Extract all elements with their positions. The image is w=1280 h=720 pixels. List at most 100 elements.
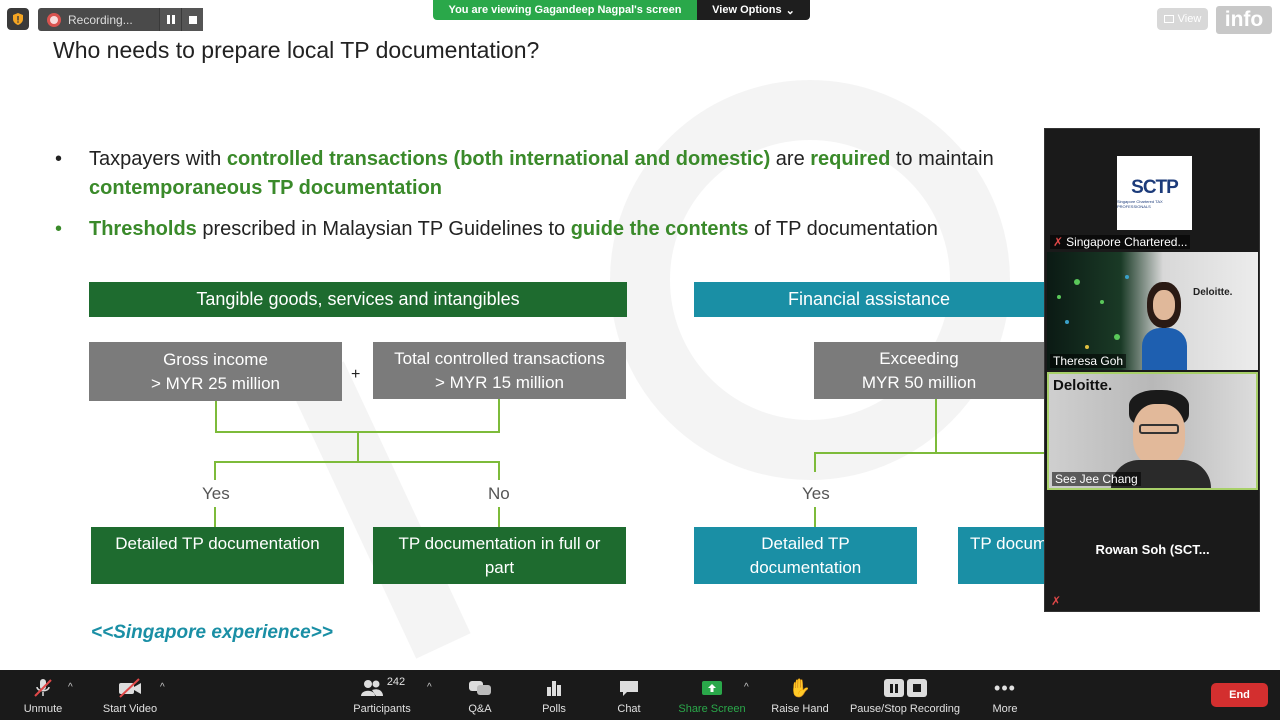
audio-options-caret-icon[interactable]: ^ — [68, 682, 73, 693]
deloitte-brand: Deloitte. — [1193, 287, 1233, 298]
bullet-dot: • — [55, 218, 63, 240]
bullet-1-highlight: controlled transactions (both internatio… — [226, 148, 771, 170]
participants-label: Participants — [353, 703, 411, 715]
digital-background-graphic — [1057, 275, 1129, 349]
full-or-part-line-2: part — [484, 557, 515, 577]
participants-button[interactable]: 242 Participants — [350, 670, 414, 720]
bullet-1-line-2: contemporaneous TP documentation — [89, 177, 442, 199]
video-options-caret-icon[interactable]: ^ — [160, 682, 165, 693]
chat-button[interactable]: Chat — [612, 670, 646, 720]
slide-title: Who needs to prepare local TP documentat… — [53, 37, 540, 63]
bullet-2-highlight: Thresholds — [89, 218, 197, 240]
bullet-dot: • — [55, 148, 63, 170]
bullet-2-highlight: guide the contents — [570, 218, 749, 240]
security-shield-icon[interactable] — [7, 8, 29, 30]
qa-label: Q&A — [468, 703, 492, 715]
plus-sign: + — [351, 366, 361, 383]
bullet-2-line: Thresholds prescribed in Malaysian TP Gu… — [89, 215, 938, 244]
full-or-part-line-1: TP documentation in full or — [398, 533, 601, 553]
bullet-1-highlight: required — [810, 148, 891, 170]
no-label-left: No — [488, 484, 510, 503]
total-ct-line-2: > MYR 15 million — [435, 372, 564, 392]
participant-name-center: Rowan Soh (SCT... — [1095, 542, 1210, 557]
detailed-tp-documentation-right-box: Detailed TP documentation — [694, 527, 917, 584]
viewing-label: You are viewing Gagandeep Nagpal's scree… — [433, 0, 697, 20]
end-meeting-button[interactable]: End — [1211, 683, 1268, 707]
connector-line — [814, 452, 816, 472]
view-options-button[interactable]: View Options ⌄ — [697, 0, 810, 20]
gross-income-box: Gross income > MYR 25 million — [89, 342, 342, 401]
bullet-2-text: prescribed in Malaysian TP Guidelines to — [196, 218, 571, 240]
more-button[interactable]: ••• More — [987, 670, 1023, 720]
more-label: More — [992, 703, 1018, 715]
view-options-label: View Options — [712, 4, 782, 16]
recording-label: Recording... — [68, 12, 133, 27]
participants-icon: 242 — [359, 676, 405, 700]
view-button[interactable]: View — [1157, 8, 1208, 30]
participants-count: 242 — [386, 676, 406, 688]
chat-icon — [618, 676, 640, 700]
connector-line — [215, 401, 217, 432]
exceeding-line-2: MYR 50 million — [861, 372, 977, 392]
participant-avatar — [1142, 274, 1187, 370]
info-logo: info — [1216, 6, 1272, 34]
connector-line — [814, 507, 816, 527]
unmute-label: Unmute — [23, 703, 63, 715]
sctp-logo-subtext: Singapore Chartered TAX PROFESSIONALS — [1117, 199, 1163, 209]
participant-tile-theresa-goh[interactable]: Deloitte. Theresa Goh — [1047, 252, 1258, 370]
grid-view-icon — [1163, 15, 1174, 23]
detailed-right-line-1: Detailed TP — [761, 533, 850, 553]
raise-hand-button[interactable]: ✋ Raise Hand — [770, 670, 830, 720]
stop-recording-button[interactable] — [181, 8, 203, 31]
start-video-label: Start Video — [102, 703, 158, 715]
polls-icon — [544, 676, 564, 700]
tp-documentation-full-or-part-box: TP documentation in full or part — [373, 527, 626, 584]
connector-line — [214, 461, 500, 463]
pause-stop-recording-button[interactable]: Pause/Stop Recording — [846, 670, 964, 720]
tp-documentation-partial-box: TP docum — [958, 527, 1044, 584]
yes-label-left: Yes — [202, 484, 230, 503]
chat-label: Chat — [617, 703, 641, 715]
connector-line — [498, 461, 500, 480]
unmute-button[interactable]: Unmute — [18, 670, 68, 720]
yes-label-right: Yes — [802, 484, 830, 503]
pause-recording-button[interactable] — [159, 8, 181, 31]
pause-icon — [166, 15, 175, 24]
participant-name-text: See Jee Chang — [1055, 472, 1138, 486]
stop-icon — [906, 679, 927, 697]
share-screen-button[interactable]: Share Screen — [676, 670, 748, 720]
polls-label: Polls — [542, 703, 566, 715]
tangible-goods-header: Tangible goods, services and intangibles — [89, 282, 627, 317]
recording-controls-icon — [883, 676, 927, 700]
singapore-experience-link[interactable]: <<Singapore experience>> — [91, 622, 333, 644]
polls-button[interactable]: Polls — [537, 670, 571, 720]
muted-mic-icon: ✗ — [1051, 594, 1062, 608]
qa-icon — [468, 676, 492, 700]
participant-tile-rowan-soh[interactable]: Rowan Soh (SCT... ✗ — [1047, 492, 1258, 610]
participant-tile-sctp[interactable]: SCTP Singapore Chartered TAX PROFESSIONA… — [1047, 131, 1258, 251]
bullet-2-text: of TP documentation — [748, 218, 938, 240]
connector-line — [357, 432, 359, 462]
qa-button[interactable]: Q&A — [462, 670, 498, 720]
participant-name-text: Theresa Goh — [1053, 354, 1124, 368]
connector-line — [214, 461, 216, 480]
participants-options-caret-icon[interactable]: ^ — [427, 682, 432, 693]
recording-dot-icon — [47, 12, 61, 27]
muted-mic-icon: ✗ — [1053, 235, 1064, 249]
financial-assistance-header: Financial assistance — [694, 282, 1044, 317]
video-off-icon — [117, 676, 143, 700]
share-options-caret-icon[interactable]: ^ — [744, 682, 749, 693]
bullet-1-text: to maintain — [890, 148, 994, 170]
participant-name: See Jee Chang — [1052, 472, 1141, 486]
gross-income-line-1: Gross income — [163, 349, 268, 369]
connector-line — [214, 507, 216, 527]
participants-video-panel: SCTP Singapore Chartered TAX PROFESSIONA… — [1044, 128, 1260, 612]
more-dots-icon: ••• — [994, 677, 1016, 698]
total-controlled-transactions-box: Total controlled transactions > MYR 15 m… — [373, 342, 626, 399]
connector-line — [935, 399, 937, 453]
start-video-button[interactable]: Start Video — [100, 670, 160, 720]
participant-name: Theresa Goh — [1050, 354, 1127, 368]
participant-tile-see-jee-chang[interactable]: Deloitte. See Jee Chang — [1047, 372, 1258, 490]
total-ct-line-1: Total controlled transactions — [394, 348, 605, 368]
meeting-toolbar: Unmute ^ Start Video ^ 242 Participants … — [0, 670, 1280, 720]
